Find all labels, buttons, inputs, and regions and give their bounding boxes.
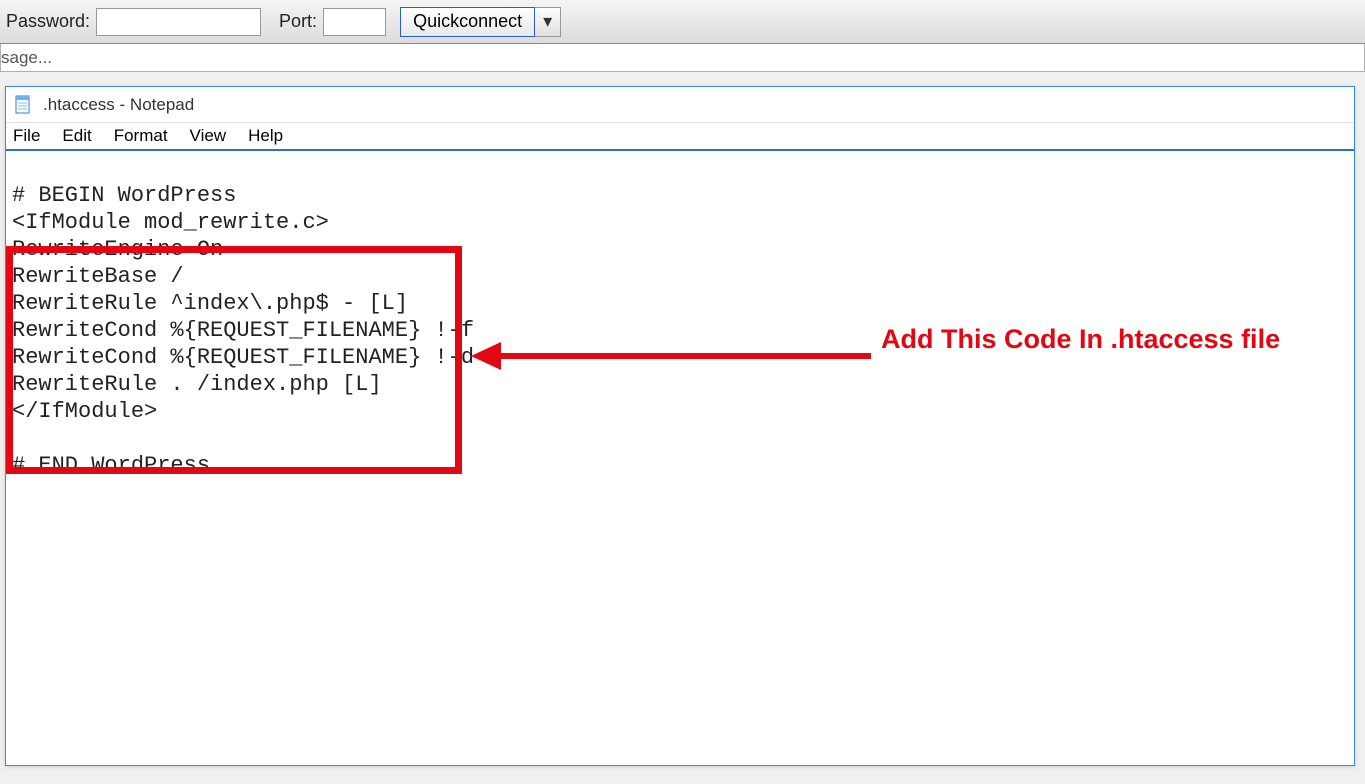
annotation-text: Add This Code In .htaccess file [881,326,1280,353]
code-line: RewriteBase / [12,264,184,289]
menu-file[interactable]: File [13,126,40,146]
port-input[interactable] [323,8,386,36]
code-line: RewriteCond %{REQUEST_FILENAME} !-d [12,345,474,370]
notepad-titlebar[interactable]: .htaccess - Notepad [6,87,1354,123]
arrow-icon [471,336,871,376]
menu-format[interactable]: Format [114,126,168,146]
quickconnect-button[interactable]: Quickconnect [400,7,535,37]
status-bar: sage... [0,44,1365,72]
password-label: Password: [6,11,90,32]
code-line: # BEGIN WordPress [12,183,236,208]
notepad-title: .htaccess - Notepad [43,95,194,115]
code-line: RewriteEngine On [12,237,223,262]
password-input[interactable] [96,8,261,36]
code-line: # END WordPress [12,453,210,478]
code-line: <IfModule mod_rewrite.c> [12,210,329,235]
menu-help[interactable]: Help [248,126,283,146]
port-label: Port: [279,11,317,32]
code-line: RewriteRule ^index\.php$ - [L] [12,291,408,316]
menu-view[interactable]: View [190,126,227,146]
notepad-text-area[interactable]: # BEGIN WordPress <IfModule mod_rewrite.… [6,151,1354,765]
chevron-down-icon: ▾ [543,11,552,32]
notepad-icon [14,95,34,115]
notepad-menubar: File Edit Format View Help [6,123,1354,151]
notepad-window: .htaccess - Notepad File Edit Format Vie… [5,86,1355,766]
quickconnect-dropdown[interactable]: ▾ [535,7,561,37]
ftp-toolbar: Password: Port: Quickconnect ▾ [0,0,1365,44]
menu-edit[interactable]: Edit [62,126,91,146]
code-line: </IfModule> [12,399,157,424]
code-line: RewriteRule . /index.php [L] [12,372,382,397]
status-text: sage... [1,48,52,68]
code-line: RewriteCond %{REQUEST_FILENAME} !-f [12,318,474,343]
